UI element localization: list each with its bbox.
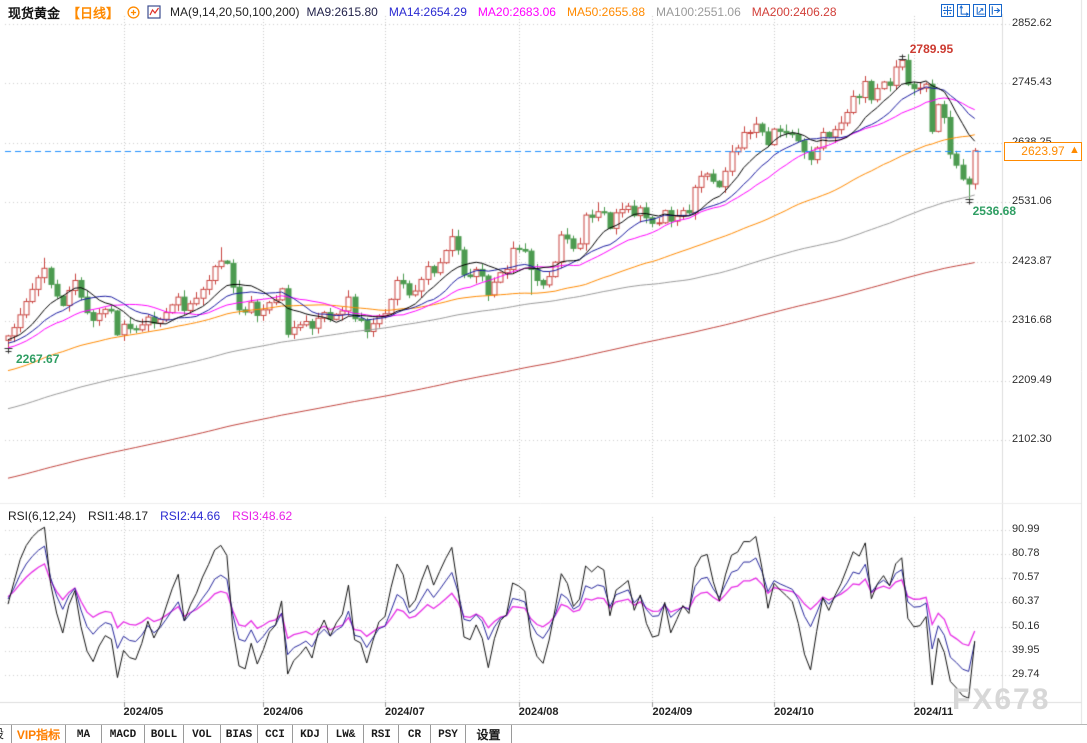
- indicator-tab-rsi[interactable]: RSI: [364, 725, 399, 743]
- ma-value-label: MA9:2615.80: [306, 5, 377, 19]
- ma-value-label: MA200:2406.28: [752, 5, 837, 19]
- rsi-settings-label: RSI(6,12,24): [8, 509, 76, 525]
- trading-chart-window: 现货黄金 【日线】 MA(9,14,20,50,100,200) MA9:261…: [0, 0, 1087, 743]
- price-axis-label: 2852.62: [1012, 17, 1052, 29]
- price-axis-label: 2209.49: [1012, 374, 1052, 386]
- x-axis-label: 2024/09: [652, 706, 692, 718]
- crosshair-icon[interactable]: [941, 4, 954, 17]
- indicator-tab-vip[interactable]: VIP指标: [12, 725, 66, 743]
- rsi-value-label: RSI3:48.62: [232, 509, 292, 523]
- price-axis-label: 2316.68: [1012, 314, 1052, 326]
- indicator-tab-cci[interactable]: CCI: [258, 725, 293, 743]
- x-axis-label: 2024/10: [774, 706, 814, 718]
- rsi-value-label: RSI2:44.66: [160, 509, 220, 523]
- indicator-tab-macd[interactable]: MACD: [102, 725, 145, 743]
- symbol-title: 现货黄金: [8, 3, 60, 22]
- rsi-axis-label: 29.74: [1012, 668, 1040, 680]
- price-axis-label: 2102.30: [1012, 433, 1052, 445]
- price-axis-label: 2531.06: [1012, 195, 1052, 207]
- x-axis-label: 2024/08: [519, 706, 559, 718]
- x-axis-label: 2024/07: [385, 706, 425, 718]
- indicator-tab-ma[interactable]: MA: [66, 725, 102, 743]
- indicator-tab-bias[interactable]: BIAS: [221, 725, 258, 743]
- recent-low-annotation: 2536.68: [973, 204, 1016, 218]
- chart-toolbar-icons: [941, 4, 1002, 17]
- range-high-annotation: 2789.95: [910, 42, 953, 56]
- latest-price-arrow-icon[interactable]: ▲: [1069, 145, 1080, 156]
- pan-to-latest-icon[interactable]: [989, 4, 1002, 17]
- indicator-tab-boll[interactable]: BOLL: [145, 725, 184, 743]
- indicator-toolbar: 设 VIP指标MAMACDBOLLVOLBIASCCIKDJLW&RSICRPS…: [0, 724, 1087, 743]
- indicator-tab-psy[interactable]: PSY: [431, 725, 466, 743]
- indicator-tab-[interactable]: 设置: [466, 725, 512, 743]
- ma-value-label: MA14:2654.29: [389, 5, 467, 19]
- indicator-tab-list: VIP指标MAMACDBOLLVOLBIASCCIKDJLW&RSICRPSY设…: [12, 725, 512, 743]
- price-axis-label: 2745.43: [1012, 76, 1052, 88]
- ma-settings-label: MA(9,14,20,50,100,200): [170, 5, 299, 19]
- indicator-tab-lw[interactable]: LW&: [328, 725, 364, 743]
- rsi-axis-label: 60.37: [1012, 595, 1040, 607]
- rsi-axis-label: 39.95: [1012, 644, 1040, 656]
- rsi-value-label: RSI1:48.17: [88, 509, 148, 523]
- axis-scale-vertical-icon[interactable]: [957, 4, 970, 17]
- x-axis-label: 2024/06: [263, 706, 303, 718]
- chart-canvas[interactable]: [0, 0, 1087, 743]
- fx678-watermark: FX678: [952, 683, 1050, 717]
- rsi-value-list: RSI1:48.17 RSI2:44.66 RSI3:48.62: [88, 509, 304, 525]
- ma-value-label: MA20:2683.06: [478, 5, 556, 19]
- rsi-axis-label: 90.99: [1012, 523, 1040, 535]
- clipped-tab[interactable]: 设: [0, 725, 12, 743]
- rsi-header: RSI(6,12,24) RSI1:48.17 RSI2:44.66 RSI3:48…: [8, 509, 304, 525]
- rsi-axis-label: 50.16: [1012, 620, 1040, 632]
- ma-value-label: MA50:2655.88: [567, 5, 645, 19]
- price-axis-label: 2423.87: [1012, 255, 1052, 267]
- x-axis-label: 2024/05: [124, 706, 164, 718]
- ma-value-list: MA9:2615.80 MA14:2654.29 MA20:2683.06 MA50:…: [306, 3, 847, 21]
- chart-type-icon[interactable]: [147, 5, 161, 19]
- indicator-tab-kdj[interactable]: KDJ: [293, 725, 328, 743]
- range-low-annotation: 2267.67: [16, 352, 59, 366]
- period-label: 【日线】: [67, 3, 119, 22]
- add-overlay-icon[interactable]: [126, 5, 140, 19]
- x-axis-label: 2024/11: [914, 706, 953, 718]
- ma-value-label: MA100:2551.06: [656, 5, 741, 19]
- rsi-axis-label: 80.78: [1012, 547, 1040, 559]
- indicator-tab-vol[interactable]: VOL: [184, 725, 221, 743]
- chart-header: 现货黄金 【日线】 MA(9,14,20,50,100,200) MA9:261…: [8, 3, 848, 21]
- indicator-tab-cr[interactable]: CR: [399, 725, 431, 743]
- axis-scale-auto-icon[interactable]: [973, 4, 986, 17]
- rsi-axis-label: 70.57: [1012, 571, 1040, 583]
